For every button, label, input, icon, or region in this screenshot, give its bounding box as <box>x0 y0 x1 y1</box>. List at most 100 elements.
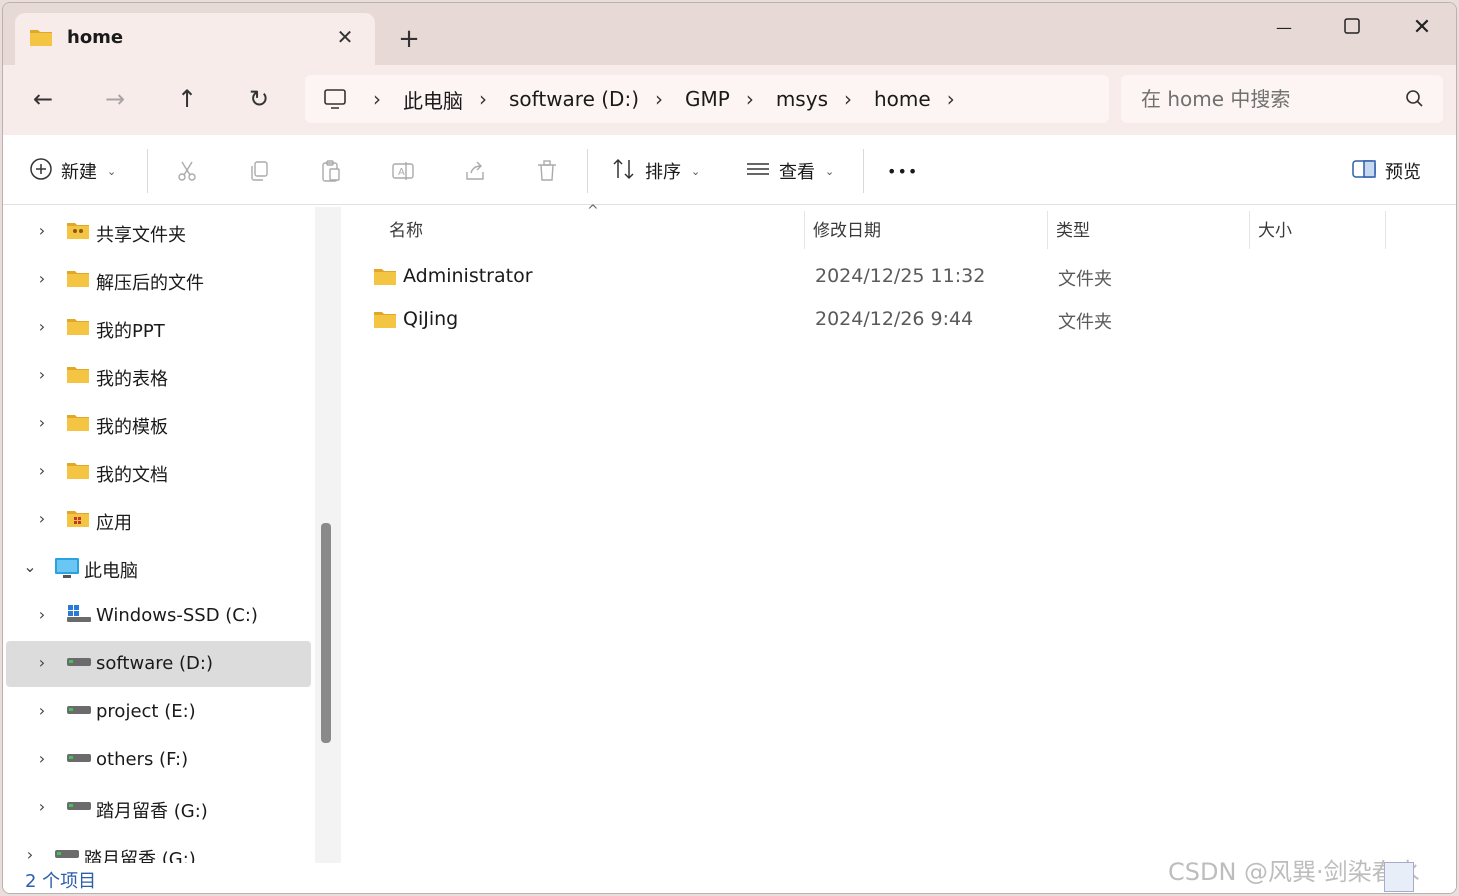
chevron-right-icon[interactable]: › <box>32 797 52 816</box>
drive-icon <box>66 797 92 816</box>
sidebar-item[interactable]: › others (F:) <box>6 737 311 783</box>
breadcrumb-gmp[interactable]: GMP <box>677 87 738 111</box>
folder-icon <box>66 461 90 485</box>
cut-icon[interactable] <box>173 157 201 185</box>
breadcrumb-chevron-icon[interactable]: › <box>365 87 395 111</box>
copy-icon[interactable] <box>245 157 273 185</box>
column-divider[interactable] <box>1047 211 1048 249</box>
breadcrumb-chevron-icon[interactable]: › <box>471 87 501 111</box>
new-tab-button[interactable]: + <box>391 23 427 55</box>
close-icon: ✕ <box>1412 14 1432 40</box>
sidebar-item[interactable]: › 共享文件夹 <box>6 209 311 255</box>
row-date: 2024/12/25 11:32 <box>815 265 986 287</box>
column-header-size[interactable]: 大小 <box>1258 207 1292 249</box>
column-divider[interactable] <box>1249 211 1250 249</box>
sidebar-item[interactable]: › 解压后的文件 <box>6 257 311 303</box>
view-label: 查看 <box>779 162 815 183</box>
chevron-right-icon[interactable]: › <box>32 221 52 240</box>
sidebar-item[interactable]: › 我的模板 <box>6 401 311 447</box>
chevron-right-icon[interactable]: › <box>20 845 40 863</box>
sidebar-item[interactable]: › 踏月留香 (G:) <box>6 785 311 831</box>
rename-icon[interactable]: A <box>389 157 417 185</box>
sidebar-item-label: 共享文件夹 <box>96 225 186 246</box>
sidebar-item[interactable]: › project (E:) <box>6 689 311 735</box>
monitor-icon[interactable] <box>305 88 365 110</box>
breadcrumb-chevron-icon[interactable]: › <box>939 87 969 111</box>
preview-button[interactable]: 预览 <box>1351 153 1421 189</box>
sidebar-item[interactable]: › Windows-SSD (C:) <box>6 593 311 639</box>
column-header-name[interactable]: 名称 <box>389 207 423 249</box>
drive-icon <box>66 653 92 672</box>
paste-icon[interactable] <box>317 157 345 185</box>
sidebar-item-label: 我的文档 <box>96 465 168 486</box>
breadcrumb-chevron-icon[interactable]: › <box>738 87 768 111</box>
delete-icon[interactable] <box>533 157 561 185</box>
maximize-button[interactable] <box>1317 9 1387 45</box>
close-window-button[interactable]: ✕ <box>1387 9 1456 45</box>
sidebar-item[interactable]: › 踏月留香 (G:) <box>6 833 311 863</box>
refresh-icon: ↻ <box>248 85 270 113</box>
table-row[interactable]: QiJing 2024/12/26 9:44 文件夹 <box>361 300 1441 340</box>
search-input[interactable] <box>1141 85 1391 113</box>
chevron-right-icon[interactable]: › <box>32 269 52 288</box>
tab-home[interactable]: home ✕ <box>15 13 375 65</box>
column-header-date[interactable]: 修改日期 <box>813 207 881 249</box>
minimize-icon: — <box>1276 17 1292 37</box>
column-header-type[interactable]: 类型 <box>1056 207 1090 249</box>
chevron-down-icon[interactable]: ⌄ <box>20 557 40 576</box>
breadcrumb-msys[interactable]: msys <box>768 87 836 111</box>
more-icon: ••• <box>887 161 919 181</box>
chevron-right-icon[interactable]: › <box>32 365 52 384</box>
folder-icon <box>29 27 53 51</box>
column-divider[interactable] <box>804 211 805 249</box>
chevron-right-icon[interactable]: › <box>32 653 52 672</box>
sidebar-item[interactable]: › software (D:) <box>6 641 311 687</box>
divider <box>147 149 148 193</box>
details-view-toggle[interactable] <box>1384 862 1414 892</box>
chevron-right-icon[interactable]: › <box>32 605 52 624</box>
breadcrumb-chevron-icon[interactable]: › <box>836 87 866 111</box>
back-button[interactable]: ← <box>23 79 63 119</box>
table-row[interactable]: Administrator 2024/12/25 11:32 文件夹 <box>361 257 1441 297</box>
sort-button[interactable]: 排序 ⌄ <box>611 153 700 189</box>
more-options-button[interactable]: ••• <box>887 153 918 189</box>
row-type: 文件夹 <box>1058 312 1112 333</box>
breadcrumb-this-pc[interactable]: 此电脑 <box>395 85 471 114</box>
sidebar-item[interactable]: › 我的文档 <box>6 449 311 495</box>
column-divider[interactable] <box>1385 211 1386 249</box>
breadcrumb-chevron-icon[interactable]: › <box>647 87 677 111</box>
close-tab-icon[interactable]: ✕ <box>331 23 359 51</box>
new-button[interactable]: 新建 ⌄ <box>29 153 116 189</box>
chevron-right-icon[interactable]: › <box>32 749 52 768</box>
breadcrumb-software-d[interactable]: software (D:) <box>501 87 647 111</box>
sidebar-item[interactable]: › 我的PPT <box>6 305 311 351</box>
sidebar-item[interactable]: ⌄ 此电脑 <box>6 545 311 591</box>
chevron-right-icon[interactable]: › <box>32 701 52 720</box>
up-button[interactable]: ↑ <box>167 79 207 119</box>
sidebar-item-label: 踏月留香 (G:) <box>84 849 196 863</box>
sidebar-item-label: 我的模板 <box>96 417 168 438</box>
this-pc-icon <box>54 557 80 583</box>
search-icon[interactable] <box>1403 87 1425 113</box>
forward-button[interactable]: → <box>95 79 135 119</box>
sidebar-scrollbar-thumb[interactable] <box>321 523 331 743</box>
chevron-right-icon[interactable]: › <box>32 413 52 432</box>
share-icon[interactable] <box>461 157 489 185</box>
breadcrumb-home[interactable]: home <box>866 87 939 111</box>
refresh-button[interactable]: ↻ <box>239 79 279 119</box>
chevron-right-icon[interactable]: › <box>32 461 52 480</box>
folder-icon <box>66 365 90 389</box>
minimize-button[interactable]: — <box>1249 9 1319 45</box>
chevron-right-icon[interactable]: › <box>32 317 52 336</box>
chevron-right-icon[interactable]: › <box>32 509 52 528</box>
search-box[interactable] <box>1121 75 1443 123</box>
address-bar[interactable]: › 此电脑 › software (D:) › GMP › msys › hom… <box>305 75 1109 123</box>
view-button[interactable]: 查看 ⌄ <box>745 153 834 189</box>
forward-arrow-icon: → <box>104 85 126 113</box>
row-type: 文件夹 <box>1058 269 1112 290</box>
sidebar-item-label: 我的表格 <box>96 369 168 390</box>
title-bar: home ✕ + — ✕ <box>3 3 1456 65</box>
sidebar-item[interactable]: › 应用 <box>6 497 311 543</box>
folder-icon <box>66 317 90 341</box>
sidebar-item[interactable]: › 我的表格 <box>6 353 311 399</box>
